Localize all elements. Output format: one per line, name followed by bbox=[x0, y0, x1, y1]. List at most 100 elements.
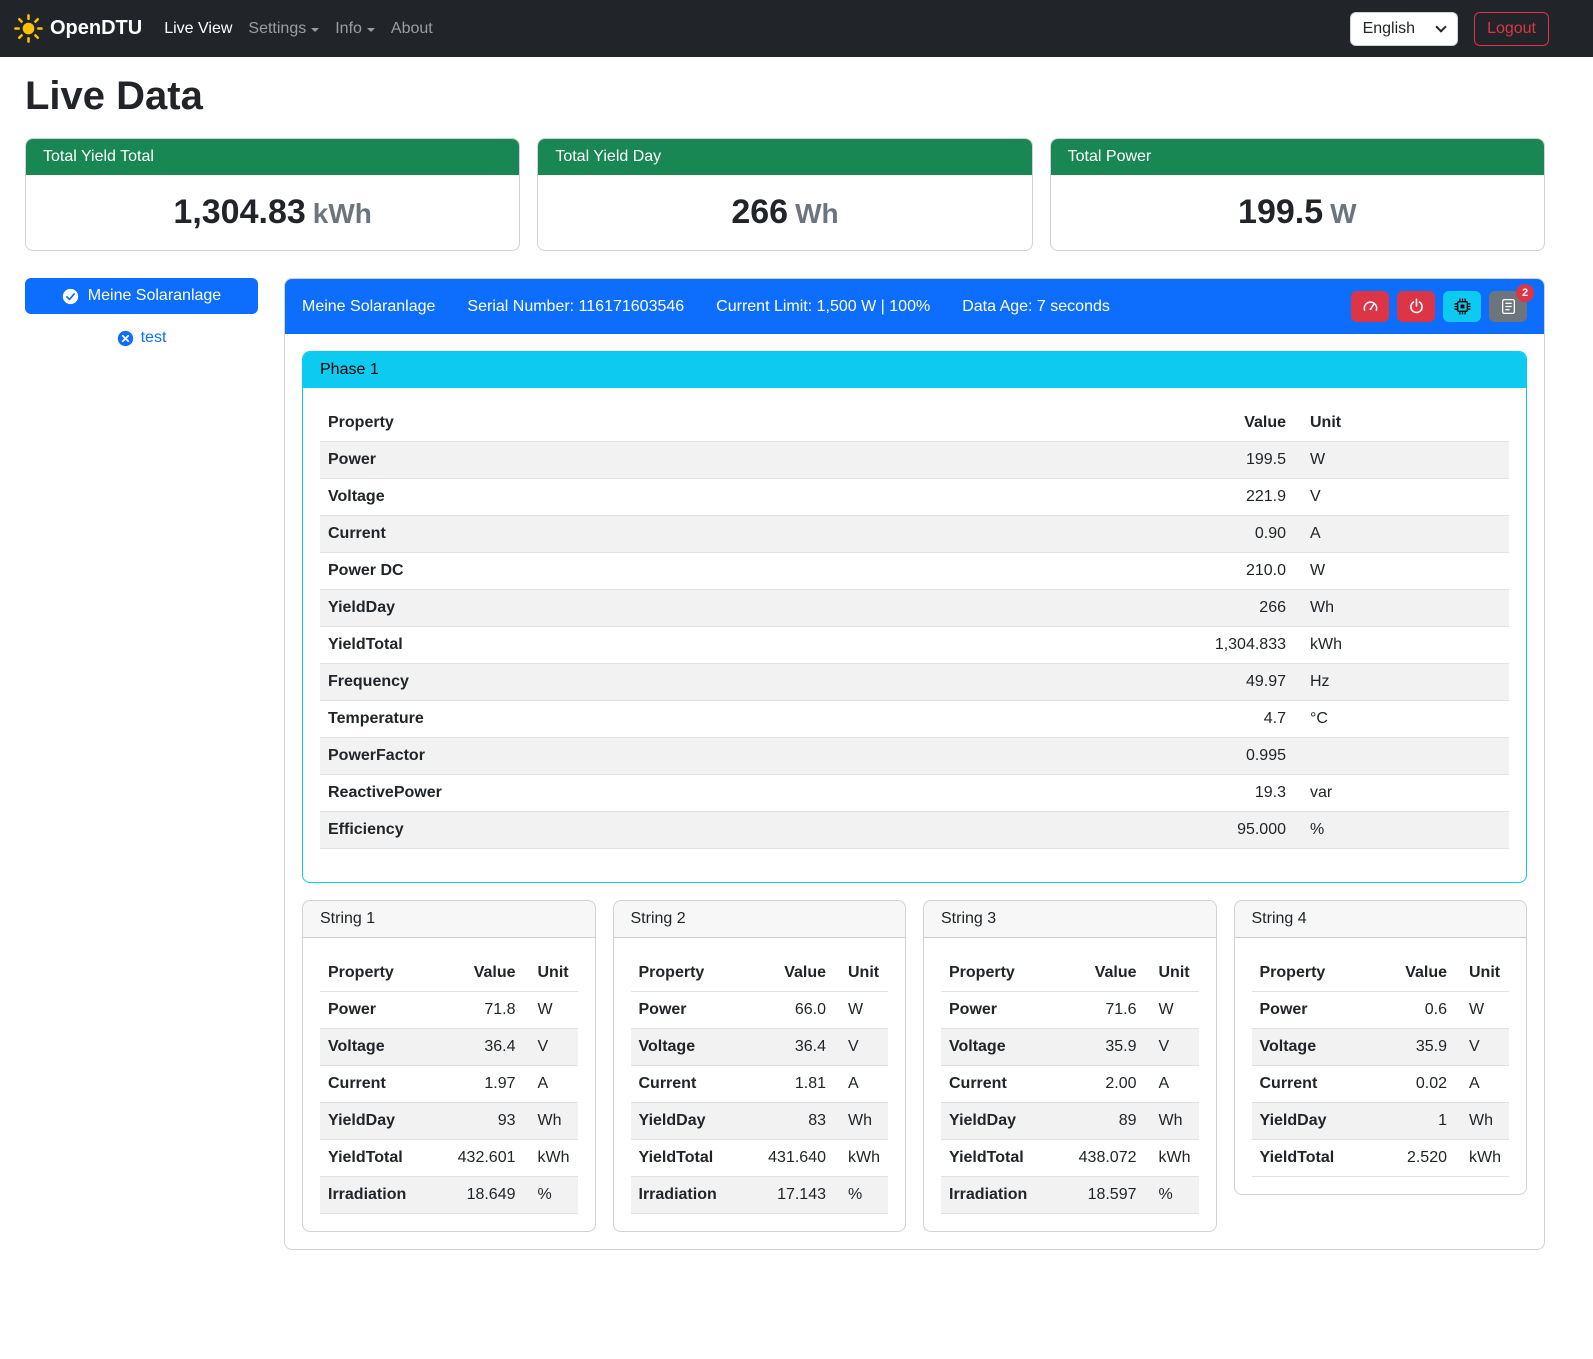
strings-row: String 1 Property Value Unit bbox=[302, 900, 1527, 1232]
value-cell: 93 bbox=[450, 1103, 524, 1140]
card-total-yield-day: Total Yield Day 266Wh bbox=[537, 138, 1032, 251]
property-cell: YieldDay bbox=[631, 1103, 761, 1140]
card-title: Total Power bbox=[1051, 139, 1544, 175]
inverter-select-label: Meine Solaranlage bbox=[88, 287, 221, 305]
sidebar-item-test[interactable]: test bbox=[25, 329, 258, 347]
table-row: Irradiation18.649% bbox=[320, 1177, 578, 1214]
property-cell: Current bbox=[1252, 1066, 1390, 1103]
string-1-card: String 1 Property Value Unit bbox=[302, 900, 596, 1232]
property-cell: Voltage bbox=[320, 479, 1164, 516]
card-total-power: Total Power 199.5W bbox=[1050, 138, 1545, 251]
table-row: Voltage35.9V bbox=[1252, 1029, 1510, 1066]
table-row: YieldDay93Wh bbox=[320, 1103, 578, 1140]
inverter-name: Meine Solaranlage bbox=[302, 298, 435, 316]
table-row: YieldDay266Wh bbox=[320, 590, 1509, 627]
value-cell: 49.97 bbox=[1164, 664, 1294, 701]
property-cell: YieldTotal bbox=[1252, 1140, 1390, 1177]
unit-cell: kWh bbox=[1294, 627, 1509, 664]
string-table-wrapper: Property Value Unit Power0.6W Voltage35.… bbox=[1235, 938, 1527, 1194]
power-button[interactable] bbox=[1397, 291, 1435, 322]
property-cell: Power bbox=[320, 442, 1164, 479]
main-content: Live Data Total Yield Total 1,304.83kWh … bbox=[0, 74, 1593, 1278]
content-row: Meine Solaranlage test Meine Solaranlage… bbox=[25, 278, 1545, 1250]
property-cell: YieldDay bbox=[941, 1103, 1071, 1140]
inverter-actions: 2 bbox=[1351, 291, 1527, 322]
table-row: Voltage221.9V bbox=[320, 479, 1509, 516]
table-row: Temperature4.7°C bbox=[320, 701, 1509, 738]
value-cell: 199.5 bbox=[1164, 442, 1294, 479]
inverter-select-button[interactable]: Meine Solaranlage bbox=[25, 278, 258, 314]
phase-card-title: Phase 1 bbox=[303, 352, 1526, 388]
test-link-label: test bbox=[141, 329, 167, 347]
property-cell: YieldTotal bbox=[320, 627, 1164, 664]
limit-settings-button[interactable] bbox=[1351, 291, 1389, 322]
value-cell: 18.597 bbox=[1071, 1177, 1145, 1214]
nav-item-label: Info bbox=[335, 20, 362, 38]
string-table-wrapper: Property Value Unit Power71.8W Voltage36… bbox=[303, 938, 595, 1231]
value-header: Value bbox=[1071, 955, 1145, 992]
unit-cell: Wh bbox=[1294, 590, 1509, 627]
value-cell: 35.9 bbox=[1389, 1029, 1455, 1066]
table-row: Current1.81A bbox=[631, 1066, 889, 1103]
table-row: YieldTotal432.601kWh bbox=[320, 1140, 578, 1177]
table-header-row: Property Value Unit bbox=[1252, 955, 1510, 992]
value-cell: 19.3 bbox=[1164, 775, 1294, 812]
nav-item-about[interactable]: About bbox=[383, 12, 441, 46]
value-cell: 0.02 bbox=[1389, 1066, 1455, 1103]
property-cell: Voltage bbox=[320, 1029, 450, 1066]
event-log-button[interactable]: 2 bbox=[1489, 291, 1527, 322]
inverter-data-age: Data Age: 7 seconds bbox=[962, 298, 1110, 316]
app-brand[interactable]: OpenDTU bbox=[14, 14, 142, 43]
string-table-wrapper: Property Value Unit Power66.0W Voltage36… bbox=[614, 938, 906, 1231]
journal-icon bbox=[1500, 298, 1517, 315]
unit-cell: kWh bbox=[1145, 1140, 1199, 1177]
property-header: Property bbox=[631, 955, 761, 992]
table-header-row: Property Value Unit bbox=[631, 955, 889, 992]
cpu-icon bbox=[1454, 298, 1471, 315]
property-cell: YieldDay bbox=[320, 1103, 450, 1140]
chevron-down-icon bbox=[1435, 21, 1446, 32]
property-cell: Temperature bbox=[320, 701, 1164, 738]
navbar-right: English Logout bbox=[1350, 12, 1549, 46]
table-row: Power0.6W bbox=[1252, 992, 1510, 1029]
unit-cell: kWh bbox=[1455, 1140, 1509, 1177]
unit-header: Unit bbox=[834, 955, 888, 992]
inverter-info: Meine Solaranlage Serial Number: 1161716… bbox=[302, 298, 1110, 316]
card-value: 1,304.83 bbox=[173, 193, 305, 231]
language-select[interactable]: English bbox=[1350, 12, 1458, 46]
caret-down-icon bbox=[311, 28, 319, 32]
value-cell: 18.649 bbox=[450, 1177, 524, 1214]
value-cell: 66.0 bbox=[760, 992, 834, 1029]
nav-item-info[interactable]: Info bbox=[327, 12, 383, 46]
property-cell: Voltage bbox=[941, 1029, 1071, 1066]
table-row: Irradiation17.143% bbox=[631, 1177, 889, 1214]
device-info-button[interactable] bbox=[1443, 291, 1481, 322]
summary-cards-row: Total Yield Total 1,304.83kWh Total Yiel… bbox=[25, 138, 1545, 251]
unit-cell: Wh bbox=[834, 1103, 888, 1140]
logout-button[interactable]: Logout bbox=[1474, 12, 1549, 46]
value-cell: 0.995 bbox=[1164, 738, 1294, 775]
table-row: Voltage36.4V bbox=[631, 1029, 889, 1066]
property-cell: Current bbox=[320, 516, 1164, 553]
unit-cell: Hz bbox=[1294, 664, 1509, 701]
table-row: Irradiation18.597% bbox=[941, 1177, 1199, 1214]
table-row: Power71.8W bbox=[320, 992, 578, 1029]
property-cell: Voltage bbox=[1252, 1029, 1390, 1066]
unit-cell: A bbox=[834, 1066, 888, 1103]
value-cell: 432.601 bbox=[450, 1140, 524, 1177]
table-row: Power DC210.0W bbox=[320, 553, 1509, 590]
top-navbar: OpenDTU Live View Settings Info About En… bbox=[0, 0, 1593, 57]
property-cell: YieldTotal bbox=[941, 1140, 1071, 1177]
table-row: Current1.97A bbox=[320, 1066, 578, 1103]
property-cell: Irradiation bbox=[941, 1177, 1071, 1214]
nav-item-settings[interactable]: Settings bbox=[240, 12, 327, 46]
unit-cell: W bbox=[1294, 442, 1509, 479]
value-cell: 0.6 bbox=[1389, 992, 1455, 1029]
string-card-title: String 2 bbox=[614, 901, 906, 938]
inverter-serial: Serial Number: 116171603546 bbox=[467, 298, 684, 316]
value-cell: 35.9 bbox=[1071, 1029, 1145, 1066]
nav-item-live-view[interactable]: Live View bbox=[156, 12, 240, 46]
gauge-icon bbox=[1362, 298, 1379, 315]
table-row: Current2.00A bbox=[941, 1066, 1199, 1103]
value-header: Value bbox=[450, 955, 524, 992]
